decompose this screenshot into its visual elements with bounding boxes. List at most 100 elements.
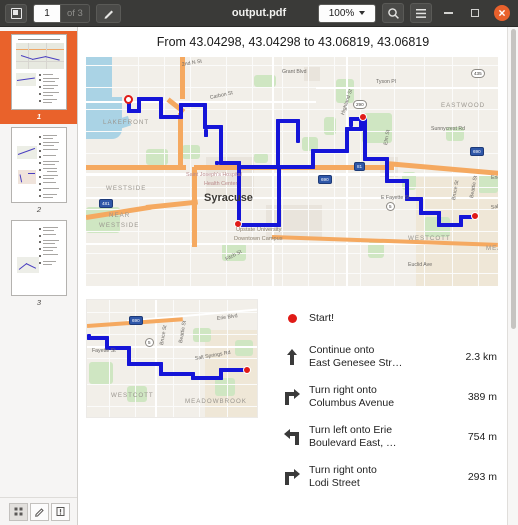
grid-icon xyxy=(14,507,22,516)
title-bar: 1 of 3 output.pdf 100% xyxy=(0,0,518,27)
map-label: WESTSIDE xyxy=(99,222,140,229)
thumbnail-item-page-3[interactable]: 3 xyxy=(0,217,77,310)
page-title: From 43.04298, 43.04298 to 43.06819, 43.… xyxy=(156,35,430,49)
window-controls-group: 100% xyxy=(318,2,518,24)
direction-text: Continue onto East Genesee Str… xyxy=(309,344,449,370)
document-view[interactable]: From 43.04298, 43.04298 to 43.06819, 43.… xyxy=(79,27,518,525)
map-start-marker xyxy=(124,95,133,104)
map-label: Grant Blvd xyxy=(282,69,307,75)
direction-text: Turn left onto Erie Boulevard East, … xyxy=(309,424,449,450)
thumbnail-item-page-1[interactable]: 1 xyxy=(0,31,77,124)
page-total-label: of 3 xyxy=(60,3,90,23)
menu-button[interactable] xyxy=(410,3,432,23)
page-navigation: 1 of 3 xyxy=(33,3,90,23)
direction-distance: 754 m xyxy=(467,431,497,443)
map-label: E Fayette St xyxy=(381,195,410,201)
sidebar-view-switcher xyxy=(0,497,77,525)
map-label: Saint Joseph's Hospital xyxy=(186,172,242,178)
sidebar-icon xyxy=(10,7,22,19)
start-dot-icon xyxy=(287,313,297,323)
map-route-shield: 481 xyxy=(99,199,113,208)
direction-line-2: East Genesee Str… xyxy=(309,357,403,369)
map-waypoint-marker xyxy=(359,113,367,121)
map-label: Upstate University xyxy=(236,227,282,233)
map-label: Euclid Ave xyxy=(408,262,433,268)
route-map-inset: Erie Blvd Fayette St Bruce St Beattie St Sal… xyxy=(86,299,258,418)
map-route-shield: 690 xyxy=(470,147,484,156)
map-route-shield: 690 xyxy=(318,175,332,184)
arrow-turn-right-icon xyxy=(275,468,309,486)
map-label: NEAR xyxy=(109,212,131,219)
arrow-turn-right-icon xyxy=(275,388,309,406)
direction-text: Start! xyxy=(309,312,449,325)
arrow-turn-left-icon xyxy=(275,428,309,446)
bookmarks-view-button[interactable] xyxy=(50,502,70,521)
map-label: Syracuse xyxy=(204,192,253,204)
direction-step-4[interactable]: Turn right onto Lodi Street 293 m xyxy=(275,457,503,497)
annotations-view-button[interactable] xyxy=(29,502,49,521)
search-icon xyxy=(387,7,399,19)
direction-line-1: Continue onto xyxy=(309,344,375,356)
thumbnail-page-preview xyxy=(11,220,67,296)
annotate-button[interactable] xyxy=(95,3,121,23)
arrow-turn-left-glyph xyxy=(284,429,299,445)
direction-step-3[interactable]: Turn left onto Erie Boulevard East, … 75… xyxy=(275,417,503,457)
thumbnail-item-page-2[interactable]: 2 xyxy=(0,124,77,217)
map-label: Sunnycrest Rd xyxy=(431,126,466,132)
maximize-button[interactable] xyxy=(464,2,486,24)
zoom-selector[interactable]: 100% xyxy=(318,3,376,23)
map-label: WESTSIDE xyxy=(106,185,147,192)
map-route-shield: 81 xyxy=(354,162,366,171)
map-label: Erie Blvd E xyxy=(491,175,498,181)
close-button[interactable] xyxy=(494,5,510,21)
vertical-scrollbar[interactable] xyxy=(507,27,518,525)
map-label: LAKEFRONT xyxy=(103,119,150,126)
zoom-level-label: 100% xyxy=(328,7,355,19)
map-route-shield: 5 xyxy=(386,202,395,211)
map-label: Health Center xyxy=(204,181,238,187)
map-route-shield: 5 xyxy=(145,338,154,347)
arrow-straight-icon xyxy=(275,348,309,366)
arrow-turn-right-glyph xyxy=(285,389,300,405)
map-route-shield: 435 xyxy=(471,69,485,78)
map-label: Downtown Campus xyxy=(234,236,283,242)
thumbnail-list: 1 2 3 xyxy=(0,27,77,310)
direction-text: Turn right onto Lodi Street xyxy=(309,464,449,490)
map-end-marker xyxy=(471,212,479,220)
map-label: WESTCOTT xyxy=(408,235,451,242)
map-label: Tyson Pl xyxy=(376,79,396,85)
arrow-turn-right-glyph xyxy=(285,469,300,485)
thumbnail-page-label: 2 xyxy=(36,205,42,214)
scrollbar-thumb[interactable] xyxy=(511,29,516,329)
direction-step-start[interactable]: Start! xyxy=(275,299,503,337)
direction-line-1: Start! xyxy=(309,311,335,324)
thumbnail-page-preview xyxy=(11,34,67,110)
search-button[interactable] xyxy=(382,3,404,23)
thumbnail-page-preview xyxy=(11,127,67,203)
direction-step-1[interactable]: Continue onto East Genesee Str… 2.3 km xyxy=(275,337,503,377)
sidebar-thumbnail-pane[interactable]: 1 2 3 xyxy=(0,27,78,525)
page-number-input[interactable]: 1 xyxy=(33,3,60,23)
thumbnail-page-label: 1 xyxy=(36,112,42,121)
map-label: MEADOWBROOK xyxy=(486,245,498,252)
direction-line-1: Turn left onto Erie xyxy=(309,424,393,436)
direction-step-2[interactable]: Turn right onto Columbus Avenue 389 m xyxy=(275,377,503,417)
thumbnails-view-button[interactable] xyxy=(8,502,28,521)
map-route-shield: 690 xyxy=(129,316,143,325)
direction-line-2: Columbus Avenue xyxy=(309,397,395,409)
sidebar-toggle-button[interactable] xyxy=(5,3,27,23)
direction-line-2: Boulevard East, … xyxy=(309,437,397,449)
direction-distance: 293 m xyxy=(467,471,497,483)
direction-distance: 2.3 km xyxy=(465,351,497,363)
thumbnail-page-label: 3 xyxy=(36,298,42,307)
map-label: MEADOWBROOK xyxy=(185,398,247,405)
arrow-straight-glyph xyxy=(287,349,297,365)
minimize-icon xyxy=(443,12,453,14)
minimize-button[interactable] xyxy=(437,2,459,24)
directions-list: Start! Continue onto East Genesee Str… 2… xyxy=(275,299,503,497)
pdf-page-1: From 43.04298, 43.04298 to 43.06819, 43.… xyxy=(79,27,507,525)
start-marker-icon xyxy=(275,313,309,323)
map-route-shield: 290 xyxy=(353,100,367,109)
direction-line-2: Lodi Street xyxy=(309,477,360,489)
hamburger-menu-icon xyxy=(416,8,426,18)
